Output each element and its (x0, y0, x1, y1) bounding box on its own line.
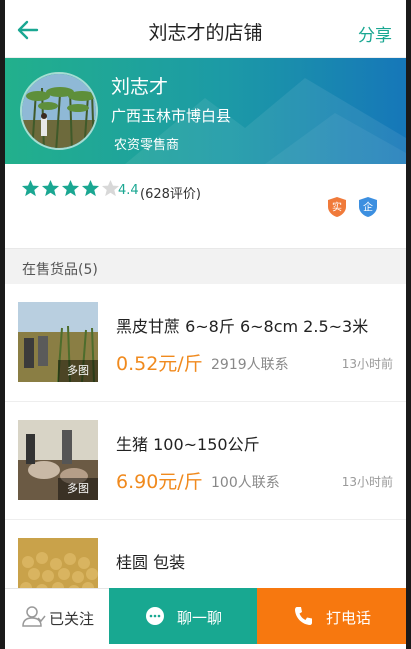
product-price: 0.52元/斤 (116, 353, 203, 375)
user-role: 农资零售商 (114, 138, 180, 153)
profile-header: 刘志才 广西玉林市博白县 农资零售商 (5, 58, 406, 164)
multi-image-tag: 多图 (58, 478, 98, 500)
product-contacts: 100人联系 (211, 475, 280, 491)
product-thumbnail: 多图 (18, 420, 98, 500)
call-label: 打电话 (326, 609, 372, 627)
star-filled-icon (61, 179, 80, 197)
section-header: 在售货品(5) (5, 248, 406, 284)
rating-row: 4.4 (628评价) 实 企 (5, 164, 406, 248)
avatar[interactable] (20, 72, 98, 150)
product-item[interactable]: 多图 生猪 100~150公斤 6.90元/斤 100人联系 13小时前 (5, 402, 406, 520)
follow-button[interactable]: 已关注 (5, 588, 109, 644)
user-name: 刘志才 (111, 76, 169, 98)
user-location: 广西玉林市博白县 (111, 107, 232, 125)
multi-image-tag: 多图 (58, 360, 98, 382)
product-price: 6.90元/斤 (116, 471, 203, 493)
badge-label: 企 (363, 201, 373, 214)
call-button[interactable]: 打电话 (257, 588, 406, 644)
user-follow-icon (22, 606, 46, 627)
section-title: 在售货品(5) (22, 262, 98, 278)
chat-bubble-icon (146, 607, 164, 625)
product-time: 13小时前 (341, 357, 393, 371)
star-filled-icon (21, 179, 40, 197)
share-button[interactable]: 分享 (358, 21, 392, 46)
shop-page: 刘志才的店铺 分享 刘志才 广西玉林市博白县 农资零售商 4.4 (628评价)… (5, 0, 406, 649)
product-name: 桂圆 包装 (116, 553, 186, 572)
verified-identity-badge-icon: 实 (328, 197, 346, 217)
page-title: 刘志才的店铺 (148, 22, 263, 44)
verified-company-badge-icon: 企 (359, 197, 377, 217)
product-item[interactable]: 多图 黑皮甘蔗 6~8斤 6~8cm 2.5~3米 0.52元/斤 2919人联… (5, 284, 406, 402)
star-filled-icon (41, 179, 60, 197)
product-time: 13小时前 (341, 475, 393, 489)
star-rating (21, 179, 121, 198)
top-bar: 刘志才的店铺 分享 (5, 0, 406, 58)
product-thumbnail: 多图 (18, 302, 98, 382)
rating-score: 4.4 (118, 183, 139, 198)
phone-icon (295, 607, 312, 625)
star-filled-icon (81, 179, 100, 197)
follow-label: 已关注 (49, 610, 95, 628)
chat-label: 聊一聊 (177, 609, 223, 627)
badge-label: 实 (332, 201, 342, 214)
product-contacts: 2919人联系 (211, 357, 289, 373)
rating-count: (628评价) (140, 187, 201, 202)
chat-button[interactable]: 聊一聊 (109, 588, 257, 644)
product-name: 生猪 100~150公斤 (116, 435, 260, 454)
product-name: 黑皮甘蔗 6~8斤 6~8cm 2.5~3米 (116, 317, 369, 336)
bottom-action-bar: 已关注 聊一聊 打电话 (5, 588, 406, 644)
